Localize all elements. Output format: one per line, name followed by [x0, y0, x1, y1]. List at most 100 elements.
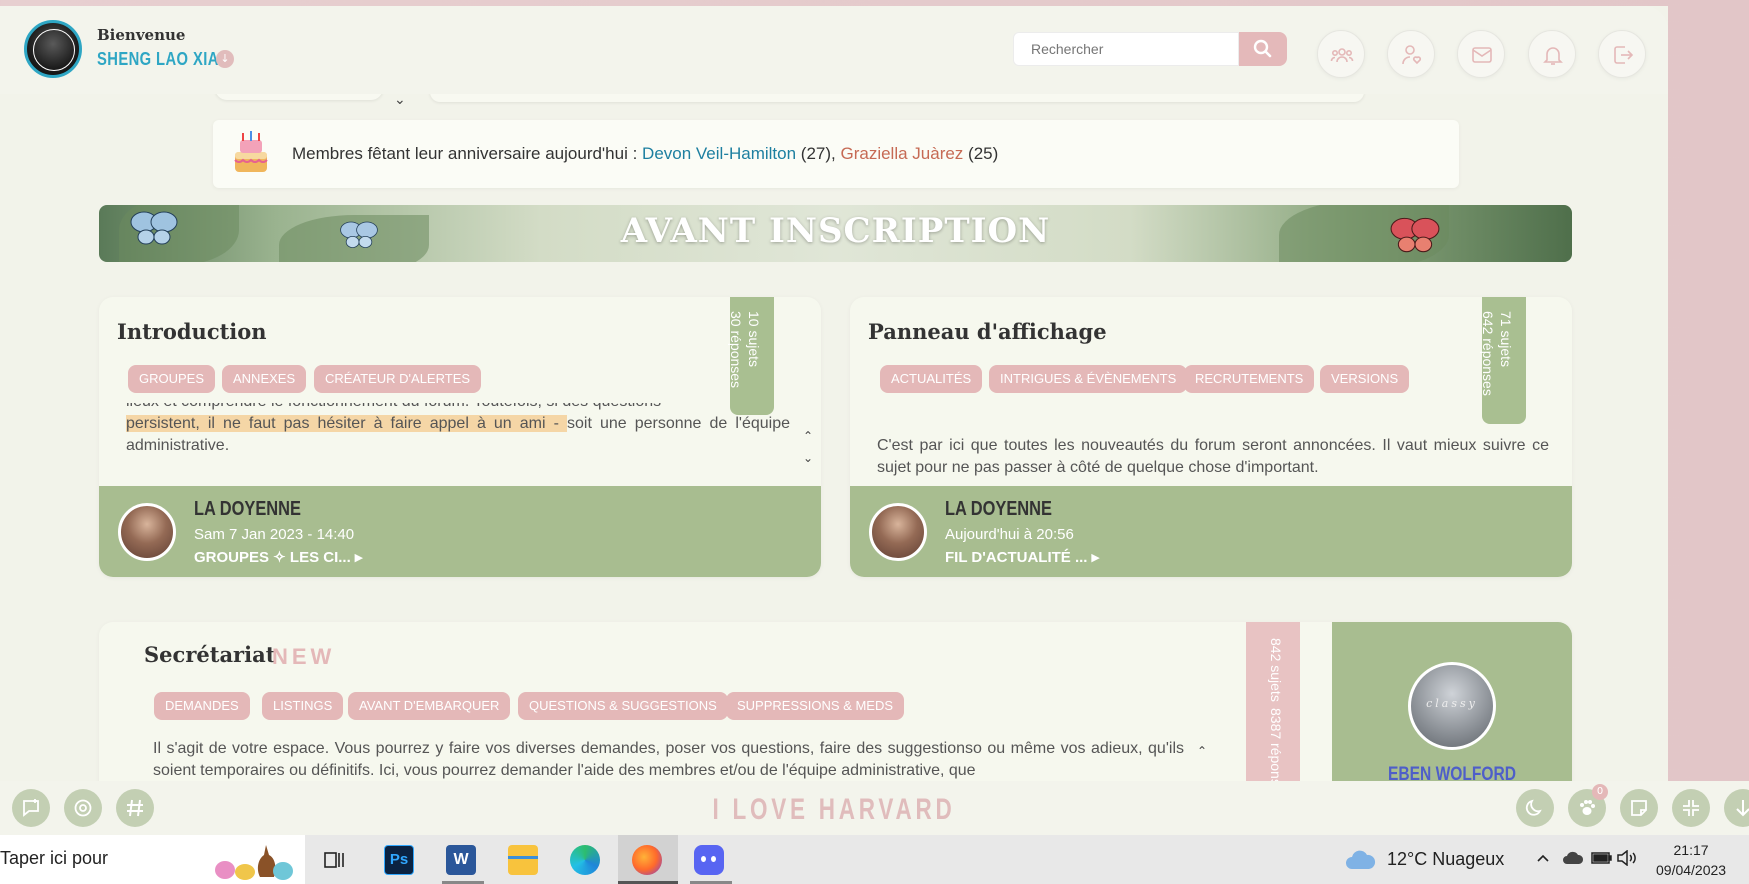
- search-button[interactable]: [1239, 32, 1287, 66]
- birthday-age: (25): [963, 144, 999, 163]
- top-bar: Bienvenue SHENG LAO XIAN ↓: [0, 6, 1668, 94]
- forum-description: lieux et comprendre le fonctionnement du…: [126, 403, 790, 459]
- word-icon[interactable]: W: [446, 845, 476, 875]
- chevron-down-icon[interactable]: ↓: [216, 50, 234, 68]
- bell-icon: [1543, 47, 1563, 65]
- scroll-down-button[interactable]: [1724, 789, 1749, 827]
- last-author-avatar[interactable]: classy: [1408, 662, 1496, 750]
- user-heart-icon: [1402, 45, 1422, 65]
- subforum-tag[interactable]: VERSIONS: [1320, 365, 1410, 393]
- new-badge: NEW: [272, 644, 336, 669]
- forum-stats: 842 sujets 8387 réponses: [1246, 622, 1300, 781]
- subforum-tag[interactable]: DEMANDES: [154, 692, 250, 720]
- cloud-icon: [1346, 850, 1376, 869]
- subforum-tag[interactable]: QUESTIONS & SUGGESTIONS: [518, 692, 728, 720]
- forum-description: Il s'agit de votre espace. Vous pourrez …: [153, 740, 1184, 779]
- file-explorer-icon[interactable]: [508, 845, 538, 875]
- subforum-tag[interactable]: LISTINGS: [262, 692, 344, 720]
- notes-button[interactable]: [1620, 789, 1658, 827]
- task-view-icon[interactable]: [323, 849, 347, 871]
- forum-title-link[interactable]: Introduction: [117, 319, 267, 344]
- footer-title: I LOVE HARVARD: [712, 793, 956, 826]
- replies-count: 30 réponses: [728, 311, 744, 389]
- chat-button[interactable]: [12, 789, 50, 827]
- forum-title-link[interactable]: Panneau d'affichage: [868, 319, 1107, 344]
- chat-icon: [23, 799, 39, 817]
- profile-button[interactable]: [1387, 30, 1435, 78]
- replies-count: 642 réponses: [1480, 311, 1496, 396]
- group-icon: [1330, 48, 1354, 63]
- subforum-tag[interactable]: ACTUALITÉS: [880, 365, 983, 393]
- discord-icon[interactable]: [694, 845, 724, 875]
- highlighted-text: persistent, il ne faut pas hésiter à fai…: [126, 415, 567, 432]
- description-line: lieux et comprendre le fonctionnement du…: [126, 403, 790, 413]
- arrow-down-icon: [1736, 800, 1749, 817]
- category-title: AVANT INSCRIPTION: [620, 211, 1051, 251]
- subforum-tag[interactable]: GROUPES: [128, 365, 216, 393]
- forum-title-link[interactable]: Secrétariat: [144, 642, 275, 667]
- last-post-date: Sam 7 Jan 2023 - 14:40: [194, 526, 355, 543]
- topics-count: 842 sujets: [1268, 638, 1284, 702]
- birthday-text: Membres fêtant leur anniversaire aujourd…: [292, 144, 998, 164]
- user-avatar[interactable]: [24, 20, 82, 78]
- last-topic-link[interactable]: FIL D'ACTUALITÉ ... ▸: [945, 548, 1099, 566]
- photoshop-icon[interactable]: Ps: [384, 845, 414, 875]
- chevron-up-icon[interactable]: [1535, 850, 1551, 866]
- note-icon: [1631, 800, 1647, 816]
- subforum-tag[interactable]: RECRUTEMENTS: [1184, 365, 1315, 393]
- topics-count: 71 sujets: [1498, 311, 1514, 368]
- last-topic-link[interactable]: GROUPES ✧ LES CI... ▸: [194, 548, 362, 566]
- weather-text[interactable]: 12°C Nuageux: [1387, 849, 1504, 870]
- last-author-avatar[interactable]: [869, 503, 927, 561]
- subforum-tag[interactable]: CRÉATEUR D'ALERTES: [314, 365, 482, 393]
- notifications-button[interactable]: [1528, 30, 1576, 78]
- last-author-name[interactable]: LA DOYENNE: [194, 498, 301, 521]
- collapse-button[interactable]: [1672, 789, 1710, 827]
- members-button[interactable]: [1317, 30, 1365, 78]
- forum-card-panneau: Panneau d'affichage 71 sujets 642 répons…: [850, 297, 1572, 577]
- clock[interactable]: 21:17 09/04/2023: [1656, 840, 1726, 880]
- search-input[interactable]: [1013, 32, 1239, 66]
- logout-icon: [1614, 46, 1634, 64]
- firefox-icon[interactable]: [632, 845, 662, 875]
- mail-icon: [1472, 47, 1492, 63]
- birthday-panel: Membres fêtant leur anniversaire aujourd…: [213, 120, 1459, 188]
- scroll-arrows[interactable]: ⌃ ⌄: [798, 425, 818, 469]
- logout-button[interactable]: [1598, 30, 1646, 78]
- last-post-date: Aujourd'hui à 20:56: [945, 526, 1074, 543]
- last-author-avatar[interactable]: [118, 503, 176, 561]
- username-link[interactable]: SHENG LAO XIAN: [97, 49, 230, 70]
- subforum-tag[interactable]: ANNEXES: [222, 365, 307, 393]
- subforum-tag[interactable]: INTRIGUES & ÉVÈNEMENTS: [989, 365, 1188, 393]
- hashtag-button[interactable]: [116, 789, 154, 827]
- last-author-name[interactable]: EBEN WOLFORD: [1354, 764, 1551, 781]
- subforum-tag[interactable]: AVANT D'EMBARQUER: [348, 692, 511, 720]
- main-content: ⌄ Membres fêtant leur anniversaire aujou…: [0, 86, 1668, 781]
- edge-icon[interactable]: [570, 845, 600, 875]
- chevron-down-icon[interactable]: ⌄: [394, 92, 406, 108]
- welcome-label: Bienvenue: [97, 26, 186, 44]
- clock-time: 21:17: [1673, 842, 1709, 858]
- volume-icon[interactable]: [1616, 850, 1638, 866]
- forum-description: C'est par ici que toutes les nouveautés …: [877, 437, 1549, 476]
- birthday-member-link[interactable]: Graziella Juàrez: [840, 144, 963, 163]
- search-icon: [1253, 39, 1272, 58]
- subforum-tag[interactable]: SUPPRESSIONS & MEDS: [726, 692, 905, 720]
- battery-icon[interactable]: [1591, 850, 1613, 866]
- hashtag-icon: [127, 799, 143, 817]
- dark-mode-button[interactable]: [1516, 789, 1554, 827]
- messages-button[interactable]: [1457, 30, 1505, 78]
- moon-icon: [1525, 799, 1542, 816]
- last-author-name[interactable]: LA DOYENNE: [945, 498, 1052, 521]
- last-post: classy EBEN WOLFORD: [1332, 622, 1572, 781]
- forum-card-secretariat: Secrétariat NEW 842 sujets 8387 réponses…: [99, 622, 1572, 781]
- settings-button[interactable]: [64, 789, 102, 827]
- last-post: LA DOYENNE Aujourd'hui à 20:56 FIL D'ACT…: [850, 486, 1572, 577]
- scroll-arrows[interactable]: ⌃: [1192, 740, 1212, 762]
- forum-card-introduction: Introduction 10 sujets 30 réponses GROUP…: [99, 297, 821, 577]
- birthday-cake-icon: [234, 131, 268, 172]
- birthday-member-link[interactable]: Devon Veil-Hamilton: [642, 144, 796, 163]
- onedrive-icon[interactable]: [1562, 850, 1584, 866]
- forum-stats: 71 sujets 642 réponses: [1480, 297, 1526, 424]
- collapse-icon: [1683, 800, 1699, 816]
